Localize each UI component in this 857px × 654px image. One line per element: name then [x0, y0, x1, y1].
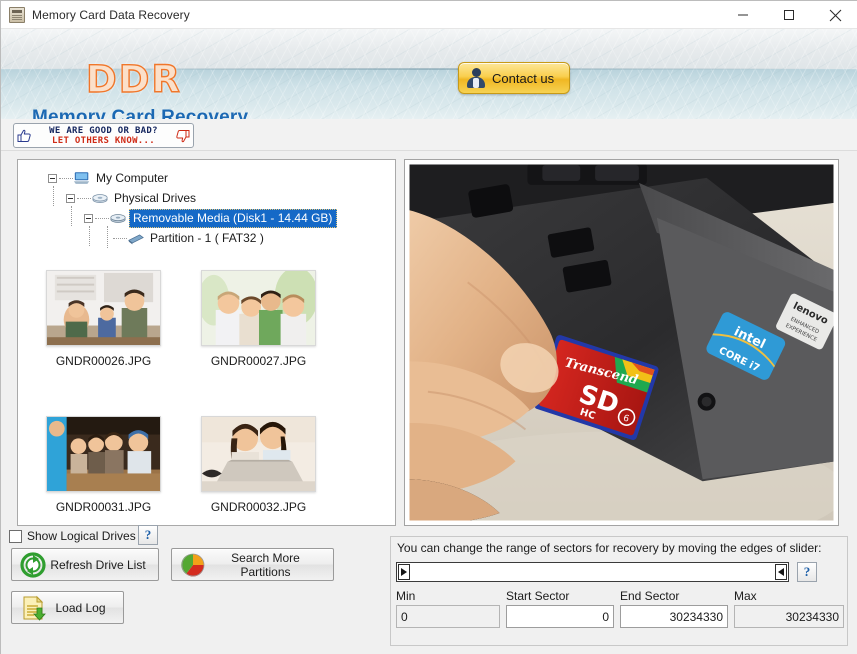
main-content: My Computer Physical Drives Removable Me…	[1, 151, 857, 654]
help-button-sector[interactable]: ?	[797, 562, 817, 582]
feedback-text: WE ARE GOOD OR BAD? LET OTHERS KNOW...	[33, 126, 174, 146]
computer-icon	[73, 171, 90, 184]
thumbnail-item[interactable]: GNDR00027.JPG	[181, 270, 336, 368]
app-banner: DDR Memory Card Recovery Contact us	[1, 29, 857, 119]
min-sector-label: Min	[396, 589, 416, 603]
tree-label: Physical Drives	[114, 191, 197, 205]
tree-node-partition[interactable]: Partition - 1 ( FAT32 )	[18, 228, 395, 248]
end-sector-label: End Sector	[620, 589, 680, 603]
tree-node-physical-drives[interactable]: Physical Drives	[18, 188, 395, 208]
sector-range-slider[interactable]	[396, 562, 789, 582]
tree-node-removable-media[interactable]: Removable Media (Disk1 - 14.44 GB)	[18, 208, 395, 228]
start-sector-input[interactable]: 0	[506, 605, 614, 628]
window-title: Memory Card Data Recovery	[32, 7, 190, 22]
search-more-partitions-button[interactable]: Search More Partitions	[171, 548, 334, 581]
min-sector-field: Min 0	[396, 589, 500, 628]
end-sector-field[interactable]: End Sector 30234330	[620, 589, 728, 628]
feedback-line-1: WE ARE GOOD OR BAD?	[49, 125, 158, 136]
maximize-icon[interactable]	[766, 1, 812, 29]
collapse-toggle-icon[interactable]	[48, 173, 57, 183]
show-logical-drives-checkbox[interactable]	[9, 529, 22, 543]
application-window: Memory Card Data Recovery DDR Memory Car…	[0, 0, 857, 654]
max-sector-value: 30234330	[734, 605, 844, 628]
max-sector-field: Max 30234330	[734, 589, 844, 628]
refresh-icon	[20, 551, 46, 578]
thumbnail-label: GNDR00027.JPG	[210, 354, 307, 368]
title-bar: Memory Card Data Recovery	[1, 1, 857, 29]
load-log-label: Load Log	[55, 600, 106, 615]
show-logical-drives-row[interactable]: Show Logical Drives	[9, 529, 136, 543]
slider-end-handle[interactable]	[775, 564, 787, 580]
feedback-button[interactable]: WE ARE GOOD OR BAD? LET OTHERS KNOW...	[13, 123, 194, 148]
thumbnail-image	[46, 270, 161, 346]
log-document-icon	[23, 595, 46, 621]
pie-chart-icon	[181, 553, 205, 577]
thumbnail-label: GNDR00032.JPG	[210, 500, 307, 514]
thumbnail-image	[201, 416, 316, 492]
ddr-logo: DDR	[85, 57, 182, 101]
thumbnail-image	[46, 416, 161, 492]
search-more-partitions-label: Search More Partitions	[231, 550, 300, 579]
collapse-toggle-icon[interactable]	[66, 193, 75, 203]
start-sector-field[interactable]: Start Sector 0	[506, 589, 614, 628]
load-log-button[interactable]: Load Log	[11, 591, 124, 624]
collapse-toggle-icon[interactable]	[84, 213, 93, 223]
tree-node-my-computer[interactable]: My Computer	[18, 168, 395, 188]
thumbs-up-icon	[17, 129, 31, 142]
tree-label: My Computer	[96, 171, 169, 185]
thumbs-down-icon	[176, 129, 190, 142]
help-button-drives[interactable]: ?	[138, 525, 158, 545]
drive-tree-panel[interactable]: My Computer Physical Drives Removable Me…	[17, 159, 396, 526]
max-sector-label: Max	[734, 589, 757, 603]
min-sector-value: 0	[396, 605, 500, 628]
drives-icon	[92, 193, 108, 203]
feedback-strip: WE ARE GOOD OR BAD? LET OTHERS KNOW...	[1, 119, 857, 151]
close-icon[interactable]	[812, 1, 857, 29]
sector-range-group: You can change the range of sectors for …	[390, 536, 848, 646]
minimize-icon[interactable]	[720, 1, 766, 29]
show-logical-drives-label: Show Logical Drives	[27, 529, 136, 543]
app-icon	[9, 6, 25, 23]
drive-tree: My Computer Physical Drives Removable Me…	[18, 168, 395, 248]
thumbnail-item[interactable]: GNDR00032.JPG	[181, 416, 336, 514]
thumbnail-item[interactable]: GNDR00031.JPG	[26, 416, 181, 514]
end-sector-input[interactable]: 30234330	[620, 605, 728, 628]
thumbnail-label: GNDR00031.JPG	[55, 500, 152, 514]
window-controls	[720, 1, 857, 29]
feedback-line-2: LET OTHERS KNOW...	[52, 135, 155, 146]
thumbnail-image	[201, 270, 316, 346]
preview-image-panel: intel CORE i7 lenovo ENHANCED EXPERIENCE	[404, 159, 839, 526]
sd-card-insert-photo: intel CORE i7 lenovo ENHANCED EXPERIENCE	[408, 163, 835, 522]
thumbnail-item[interactable]: GNDR00026.JPG	[26, 270, 181, 368]
tree-label-selected: Removable Media (Disk1 - 14.44 GB)	[129, 208, 338, 228]
refresh-drive-list-button[interactable]: Refresh Drive List	[11, 548, 159, 581]
tree-label: Partition - 1 ( FAT32 )	[150, 231, 264, 245]
contact-us-button[interactable]: Contact us	[458, 62, 570, 94]
slider-start-handle[interactable]	[398, 564, 410, 580]
removable-disk-icon	[110, 213, 126, 223]
thumbnail-label: GNDR00026.JPG	[55, 354, 152, 368]
partition-icon	[128, 233, 144, 244]
page-title: Memory Card Recovery	[32, 107, 249, 119]
refresh-drive-list-label: Refresh Drive List	[50, 557, 146, 572]
contact-us-label: Contact us	[492, 70, 555, 86]
person-icon	[466, 68, 486, 88]
start-sector-label: Start Sector	[506, 589, 570, 603]
sector-range-hint: You can change the range of sectors for …	[397, 541, 822, 555]
